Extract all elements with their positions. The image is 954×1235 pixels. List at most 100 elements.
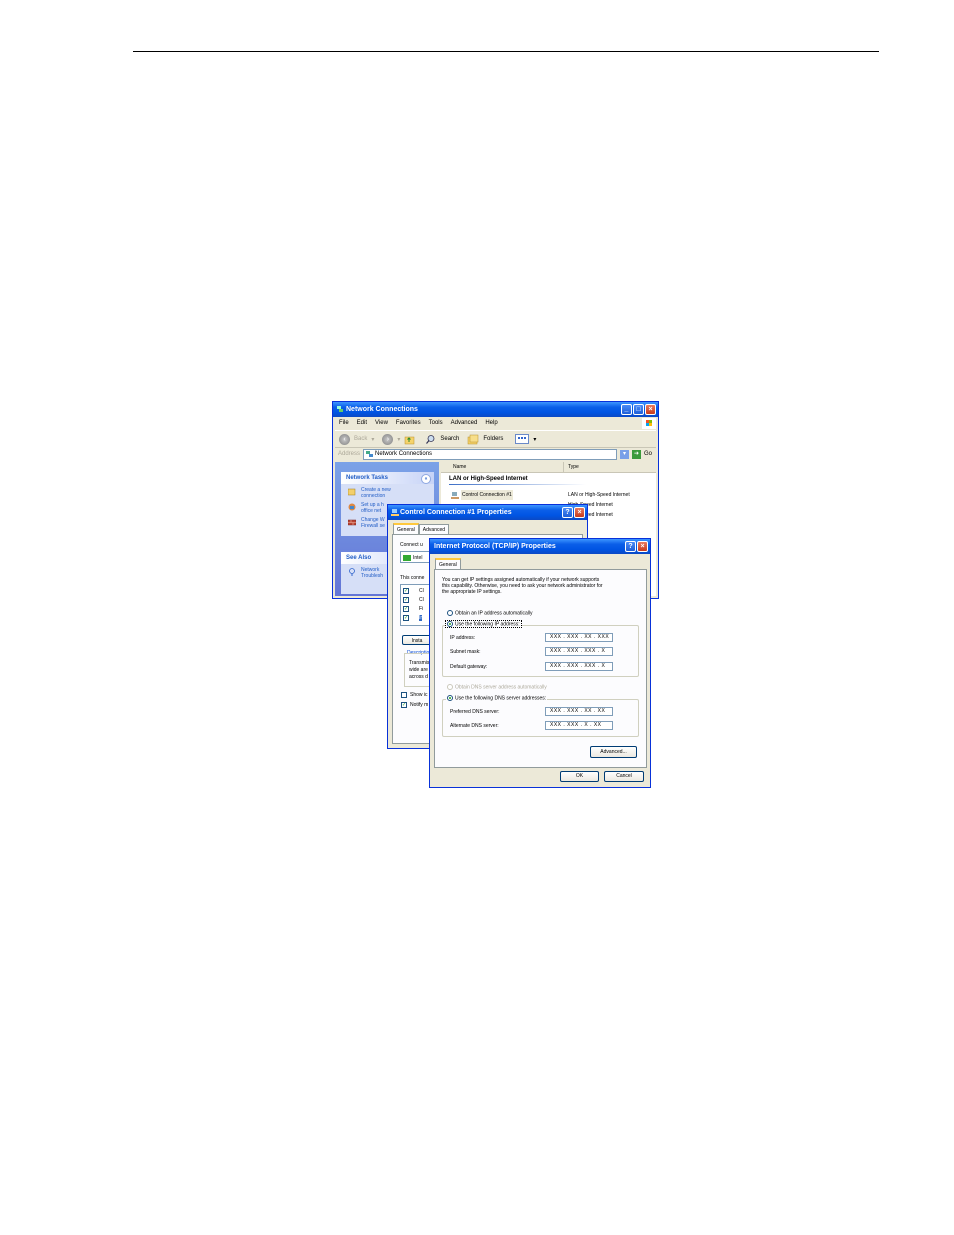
use-dns-radio[interactable] bbox=[447, 695, 453, 701]
back-arrow-icon[interactable]: ‹ bbox=[339, 433, 350, 445]
minimize-button[interactable]: _ bbox=[621, 404, 632, 415]
list-item[interactable]: Control Connection #1 LAN or High-Speed … bbox=[441, 490, 656, 500]
obtain-dns-radio[interactable] bbox=[447, 684, 453, 690]
views-icon[interactable] bbox=[515, 434, 530, 444]
folders-icon[interactable] bbox=[467, 434, 479, 445]
network-tasks-header[interactable]: Network Tasks « bbox=[341, 472, 434, 484]
connection-properties-title: Control Connection #1 Properties bbox=[400, 509, 512, 516]
close-button[interactable]: × bbox=[645, 404, 656, 415]
cancel-button[interactable]: Cancel bbox=[604, 771, 644, 782]
address-bar: Address Network Connections ▾ ➜ Go bbox=[335, 448, 656, 460]
menu-file[interactable]: File bbox=[339, 418, 349, 429]
collapse-chevron-icon[interactable]: « bbox=[421, 474, 431, 484]
intro-line-3: the appropriate IP settings. bbox=[442, 589, 502, 595]
back-dropdown-icon[interactable]: ▾ bbox=[371, 436, 374, 443]
windows-logo-icon bbox=[642, 418, 656, 429]
header-rule bbox=[133, 51, 879, 52]
show-icon-label: Show ic bbox=[410, 692, 428, 698]
preferred-dns-label: Preferred DNS server: bbox=[450, 709, 500, 715]
network-icon bbox=[337, 406, 343, 412]
list-header: Name Type bbox=[441, 462, 656, 473]
connect-using-label: Connect u bbox=[400, 542, 423, 548]
connection-type: LAN or High-Speed Internet bbox=[568, 492, 630, 498]
use-dns-option[interactable]: Use the following DNS server addresses: bbox=[446, 695, 548, 702]
network-connections-titlebar[interactable]: Network Connections _ □ × bbox=[333, 402, 658, 417]
description-line: across d bbox=[409, 674, 428, 680]
close-button[interactable]: × bbox=[574, 507, 585, 518]
advanced-button[interactable]: Advanced... bbox=[590, 746, 637, 758]
menu-bar: File Edit View Favorites Tools Advanced … bbox=[335, 418, 656, 429]
help-button[interactable]: ? bbox=[625, 541, 636, 552]
address-dropdown-icon[interactable]: ▾ bbox=[619, 449, 629, 459]
lan-connection-icon bbox=[451, 491, 459, 499]
menu-advanced[interactable]: Advanced bbox=[451, 418, 478, 429]
maximize-button[interactable]: □ bbox=[633, 404, 644, 415]
use-ip-radio[interactable] bbox=[447, 621, 453, 627]
forward-arrow-icon[interactable]: › bbox=[382, 433, 394, 445]
tcpip-properties-dialog: Internet Protocol (TCP/IP) Properties ? … bbox=[430, 539, 650, 787]
menu-edit[interactable]: Edit bbox=[357, 418, 367, 429]
component-checkbox[interactable]: ✓ bbox=[403, 597, 409, 603]
show-icon-checkbox[interactable] bbox=[401, 692, 407, 698]
ok-button[interactable]: OK bbox=[560, 771, 599, 782]
install-button[interactable]: Insta bbox=[402, 635, 432, 645]
address-input[interactable]: Network Connections bbox=[363, 448, 617, 460]
tcpip-general-panel: You can get IP settings assigned automat… bbox=[434, 569, 647, 768]
ip-address-field[interactable]: XXX . XXX . XX . XXX bbox=[545, 633, 613, 642]
connection-name: Control Connection #1 bbox=[461, 490, 513, 500]
obtain-ip-option[interactable]: Obtain an IP address automatically bbox=[447, 610, 532, 616]
component-checkbox[interactable]: ✓ bbox=[403, 606, 409, 612]
close-button[interactable]: × bbox=[637, 541, 648, 552]
group-header: LAN or High-Speed Internet bbox=[449, 476, 528, 482]
address-label: Address bbox=[338, 451, 361, 457]
component-checkbox[interactable]: ✓ bbox=[403, 588, 409, 594]
menu-favorites[interactable]: Favorites bbox=[396, 418, 421, 429]
toolbar: ‹ Back ▾ › ▾ Search Folders ▾ bbox=[335, 430, 656, 448]
search-button-label[interactable]: Search bbox=[440, 436, 459, 442]
tcpip-properties-title: Internet Protocol (TCP/IP) Properties bbox=[434, 543, 556, 550]
forward-dropdown-icon[interactable]: ▾ bbox=[397, 436, 400, 443]
component-item[interactable]: Cl bbox=[419, 588, 424, 594]
column-type[interactable]: Type bbox=[564, 462, 579, 472]
notify-label: Notify m bbox=[410, 702, 429, 708]
component-item[interactable]: Fi bbox=[419, 606, 423, 612]
go-button-label[interactable]: Go bbox=[644, 451, 652, 457]
up-folder-icon[interactable] bbox=[404, 434, 415, 445]
menu-tools[interactable]: Tools bbox=[429, 418, 443, 429]
default-gateway-field[interactable]: XXX . XXX . XXX . X bbox=[545, 662, 613, 671]
menu-view[interactable]: View bbox=[375, 418, 388, 429]
back-button-label[interactable]: Back bbox=[354, 436, 367, 442]
new-connection-icon bbox=[348, 488, 356, 496]
notify-checkbox[interactable]: ✓ bbox=[401, 702, 407, 708]
component-item[interactable]: Cl bbox=[419, 597, 424, 603]
go-arrow-icon[interactable]: ➜ bbox=[631, 449, 641, 459]
search-icon[interactable] bbox=[425, 434, 436, 445]
connection-icon bbox=[391, 509, 399, 516]
preferred-dns-field[interactable]: XXX . XXX . XX . XX bbox=[545, 707, 613, 716]
menu-help[interactable]: Help bbox=[485, 418, 497, 429]
address-value: Network Connections bbox=[375, 450, 433, 457]
connection-properties-titlebar[interactable]: Control Connection #1 Properties ? × bbox=[388, 505, 587, 520]
subnet-mask-label: Subnet mask: bbox=[450, 649, 481, 655]
component-checkbox[interactable]: ✓ bbox=[403, 615, 409, 621]
use-ip-option[interactable]: Use the following IP address: bbox=[445, 619, 522, 629]
ip-address-label: IP address: bbox=[450, 635, 476, 641]
obtain-ip-radio[interactable] bbox=[447, 610, 453, 616]
network-connections-icon bbox=[366, 450, 374, 457]
tcpip-properties-titlebar[interactable]: Internet Protocol (TCP/IP) Properties ? … bbox=[430, 539, 650, 554]
column-name[interactable]: Name bbox=[441, 462, 564, 472]
subnet-mask-field[interactable]: XXX . XXX . XXX . X bbox=[545, 647, 613, 656]
help-button[interactable]: ? bbox=[562, 507, 573, 518]
alternate-dns-field[interactable]: XXX . XXX . X . XX bbox=[545, 721, 613, 730]
views-dropdown-icon[interactable]: ▾ bbox=[533, 436, 536, 443]
home-network-icon bbox=[348, 503, 356, 511]
folders-button-label[interactable]: Folders bbox=[483, 436, 503, 442]
component-item[interactable]: Ir bbox=[419, 615, 423, 621]
obtain-dns-option[interactable]: Obtain DNS server address automatically bbox=[447, 684, 547, 690]
network-adapter-icon bbox=[403, 555, 411, 561]
description-line: Transmis bbox=[409, 660, 430, 666]
description-line: wide are bbox=[409, 667, 428, 673]
dns-group bbox=[442, 699, 639, 737]
create-connection-link[interactable]: Create a new connection bbox=[341, 487, 434, 499]
network-connections-title: Network Connections bbox=[346, 406, 418, 413]
